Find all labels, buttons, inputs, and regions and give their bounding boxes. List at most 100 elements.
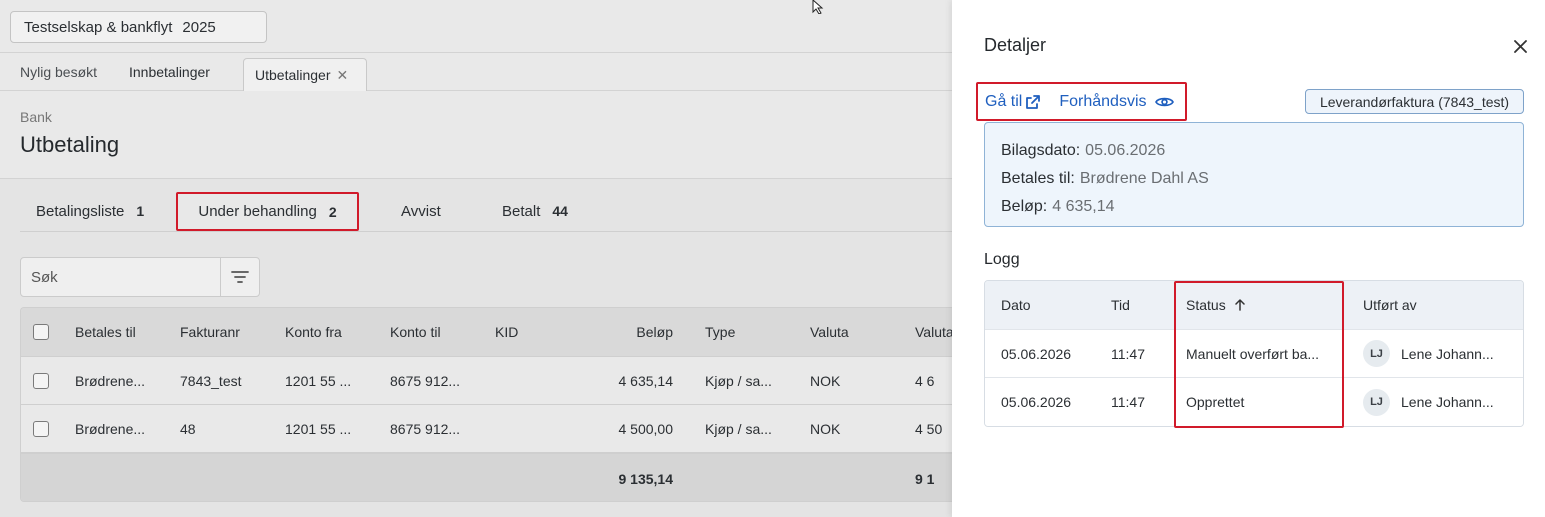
user-name: Lene Johann... <box>1401 345 1494 362</box>
cell-type: Kjøp / sa... <box>705 420 772 437</box>
filter-icon <box>231 271 249 283</box>
info-line: Bilagsdato: 05.06.2026 <box>1001 137 1507 165</box>
col-betales-til[interactable]: Betales til <box>75 308 136 356</box>
nav-tab-recent[interactable]: Nylig besøkt <box>20 53 97 90</box>
row-checkbox[interactable] <box>33 420 49 437</box>
col-belop[interactable]: Beløp <box>581 308 673 356</box>
cell-valuta-amount: 4 50 <box>915 420 943 437</box>
cell-konto-til: 8675 912... <box>390 372 461 389</box>
log-cell-user: LJ Lene Johann... <box>1363 378 1494 426</box>
tab-label: Betalt <box>502 202 541 220</box>
search-input[interactable] <box>21 258 220 296</box>
tab-under-behandling[interactable]: Under behandling 2 <box>176 192 359 231</box>
info-box: Bilagsdato: 05.06.2026 Betales til: Brød… <box>984 122 1524 227</box>
info-label: Bilagsdato: <box>1001 142 1081 159</box>
nav-tab-label: Nylig besøkt <box>20 63 98 80</box>
close-tab-icon[interactable]: ✕ <box>337 67 349 84</box>
nav-tabs: Nylig besøkt Innbetalinger Utbetalinger … <box>0 53 952 91</box>
cell-betales-til: Brødrene... <box>75 372 146 389</box>
row-select-cell <box>33 405 53 452</box>
col-valuta-amount[interactable]: Valuta <box>915 308 952 356</box>
company-selector[interactable]: Testselskap & bankflyt 2025 <box>10 11 267 43</box>
log-header: Dato Tid Status Utført av <box>985 281 1523 330</box>
cell-belop: 4 500,00 <box>618 420 674 437</box>
cell-valuta-amount: 4 6 <box>915 372 935 389</box>
table-header: Betales til Fakturanr Konto fra Konto ti… <box>21 308 952 357</box>
nav-tab-utbetalinger[interactable]: Utbetalinger ✕ <box>243 58 367 91</box>
avatar: LJ <box>1363 388 1390 416</box>
cell-valuta: NOK <box>810 420 841 437</box>
col-type[interactable]: Type <box>705 308 735 356</box>
tab-label: Avvist <box>401 202 441 220</box>
log-col-status[interactable]: Status <box>1186 281 1245 329</box>
row-select-cell <box>33 357 53 404</box>
info-value: 05.06.2026 <box>1085 142 1166 159</box>
col-kid[interactable]: KID <box>495 308 518 356</box>
col-fakturanr[interactable]: Fakturanr <box>180 308 240 356</box>
tab-betalingsliste[interactable]: Betalingsliste 1 <box>36 192 144 230</box>
panel-title: Detaljer <box>984 35 1047 55</box>
info-line: Beløp: 4 635,14 <box>1001 193 1507 221</box>
cell-konto-fra: 1201 55 ... <box>285 420 352 437</box>
details-panel: Detaljer Gå til Forhåndsvis Leverandørfa… <box>952 0 1545 517</box>
log-title: Logg <box>984 251 1020 268</box>
eye-icon <box>1154 97 1174 106</box>
log-table: Dato Tid Status Utført av 05.06.2026 11:… <box>984 280 1524 427</box>
goto-link[interactable]: Gå til <box>985 93 1041 111</box>
close-icon <box>1513 39 1527 53</box>
log-col-tid[interactable]: Tid <box>1111 281 1130 329</box>
table-row[interactable]: Brødrene... 7843_test 1201 55 ... 8675 9… <box>21 357 952 405</box>
log-row: 05.06.2026 11:47 Opprettet LJ Lene Johan… <box>985 378 1523 426</box>
log-cell-dato: 05.06.2026 <box>1001 345 1072 362</box>
mouse-cursor-icon <box>812 0 824 14</box>
select-all-cell <box>33 308 53 356</box>
col-valuta[interactable]: Valuta <box>810 308 849 356</box>
info-value: 4 635,14 <box>1052 198 1115 215</box>
tab-avvist[interactable]: Avvist <box>401 192 441 230</box>
tab-label: Betalingsliste <box>36 202 125 220</box>
table-row[interactable]: Brødrene... 48 1201 55 ... 8675 912... 4… <box>21 405 952 453</box>
close-panel-button[interactable] <box>1510 36 1530 56</box>
row-checkbox[interactable] <box>33 372 49 389</box>
sort-ascending-icon <box>1234 299 1245 311</box>
nav-tab-label: Utbetalinger <box>255 67 331 83</box>
preview-label: Forhåndsvis <box>1059 92 1147 110</box>
cell-fakturanr: 7843_test <box>180 372 242 389</box>
info-label: Betales til: <box>1001 170 1075 187</box>
cell-konto-fra: 1201 55 ... <box>285 372 352 389</box>
log-cell-tid: 11:47 <box>1111 345 1145 362</box>
search-box <box>20 257 260 297</box>
page-title: Utbetaling <box>20 132 120 157</box>
nav-tab-innbetalinger[interactable]: Innbetalinger <box>129 53 210 90</box>
cell-konto-til: 8675 912... <box>390 420 461 437</box>
tab-label: Under behandling <box>198 203 317 220</box>
company-year: 2025 <box>182 18 216 36</box>
nav-tab-label: Innbetalinger <box>129 63 210 80</box>
goto-label: Gå til <box>985 92 1023 110</box>
col-konto-til[interactable]: Konto til <box>390 308 441 356</box>
cell-belop: 4 635,14 <box>618 372 674 389</box>
voucher-badge: Leverandørfaktura (7843_test) <box>1305 89 1524 114</box>
log-row: 05.06.2026 11:47 Manuelt overført ba... … <box>985 330 1523 378</box>
tab-count: 1 <box>136 203 145 219</box>
info-label: Beløp: <box>1001 198 1048 215</box>
log-col-dato[interactable]: Dato <box>1001 281 1031 329</box>
company-name: Testselskap & bankflyt <box>24 18 173 36</box>
log-cell-tid: 11:47 <box>1111 394 1145 410</box>
col-konto-fra[interactable]: Konto fra <box>285 308 342 356</box>
filter-button[interactable] <box>220 258 259 296</box>
log-cell-status: Opprettet <box>1186 394 1245 410</box>
status-tabs: Betalingsliste 1 Under behandling 2 Avvi… <box>20 192 952 232</box>
log-cell-dato: 05.06.2026 <box>1001 394 1072 410</box>
tab-betalt[interactable]: Betalt 44 <box>502 192 568 230</box>
main-area: Testselskap & bankflyt 2025 Nylig besøkt… <box>0 0 952 517</box>
sum-belop: 9 135,14 <box>618 470 674 487</box>
sum-valuta-amount: 9 1 <box>915 470 935 487</box>
select-all-checkbox[interactable] <box>33 324 49 340</box>
table-sum-row: 9 135,14 9 1 <box>21 453 952 501</box>
preview-link[interactable]: Forhåndsvis <box>1059 92 1174 111</box>
breadcrumb[interactable]: Bank <box>20 109 52 125</box>
log-col-utfort-av[interactable]: Utført av <box>1363 281 1417 329</box>
cell-betales-til: Brødrene... <box>75 420 146 437</box>
log-col-status-label: Status <box>1186 297 1226 313</box>
